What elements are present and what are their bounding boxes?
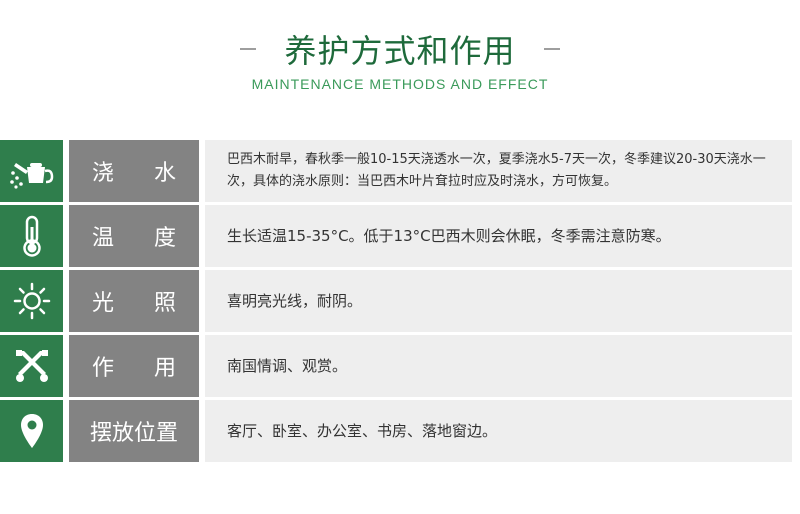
row-label: 摆放位置 xyxy=(69,400,199,462)
row-label: 温度 xyxy=(69,205,199,267)
header: 养护方式和作用 MAINTENANCE METHODS AND EFFECT xyxy=(0,26,800,92)
row-content: 生长适温15-35°C。低于13°C巴西木则会休眠，冬季需注意防寒。 xyxy=(205,205,792,267)
page-title: 养护方式和作用 xyxy=(284,32,516,70)
page-subtitle: MAINTENANCE METHODS AND EFFECT xyxy=(251,76,549,92)
row-content: 南国情调、观赏。 xyxy=(205,335,792,397)
title-dash-right xyxy=(543,48,560,50)
row-content: 巴西木耐旱，春秋季一般10-15天浇透水一次，夏季浇水5-7天一次，冬季建议20… xyxy=(205,140,792,202)
table-row-placement: 摆放位置 客厅、卧室、办公室、书房、落地窗边。 xyxy=(0,400,792,462)
table-row-temperature: 温度 生长适温15-35°C。低于13°C巴西木则会休眠，冬季需注意防寒。 xyxy=(0,205,792,267)
table-row-light: 光照 喜明亮光线，耐阴。 xyxy=(0,270,792,332)
maintenance-table: 浇水 巴西木耐旱，春秋季一般10-15天浇透水一次，夏季浇水5-7天一次，冬季建… xyxy=(0,140,792,465)
row-label: 作用 xyxy=(69,335,199,397)
row-label: 浇水 xyxy=(69,140,199,202)
watering-can-icon xyxy=(0,140,63,202)
tools-cross-icon xyxy=(0,335,63,397)
table-row-effect: 作用 南国情调、观赏。 xyxy=(0,335,792,397)
table-row-watering: 浇水 巴西木耐旱，春秋季一般10-15天浇透水一次，夏季浇水5-7天一次，冬季建… xyxy=(0,140,792,202)
row-label: 光照 xyxy=(69,270,199,332)
row-content: 客厅、卧室、办公室、书房、落地窗边。 xyxy=(205,400,792,462)
row-content: 喜明亮光线，耐阴。 xyxy=(205,270,792,332)
sun-icon xyxy=(0,270,63,332)
thermometer-icon xyxy=(0,205,63,267)
location-pin-icon xyxy=(0,400,63,462)
title-line: 养护方式和作用 xyxy=(0,26,800,72)
title-dash-left xyxy=(240,48,257,50)
